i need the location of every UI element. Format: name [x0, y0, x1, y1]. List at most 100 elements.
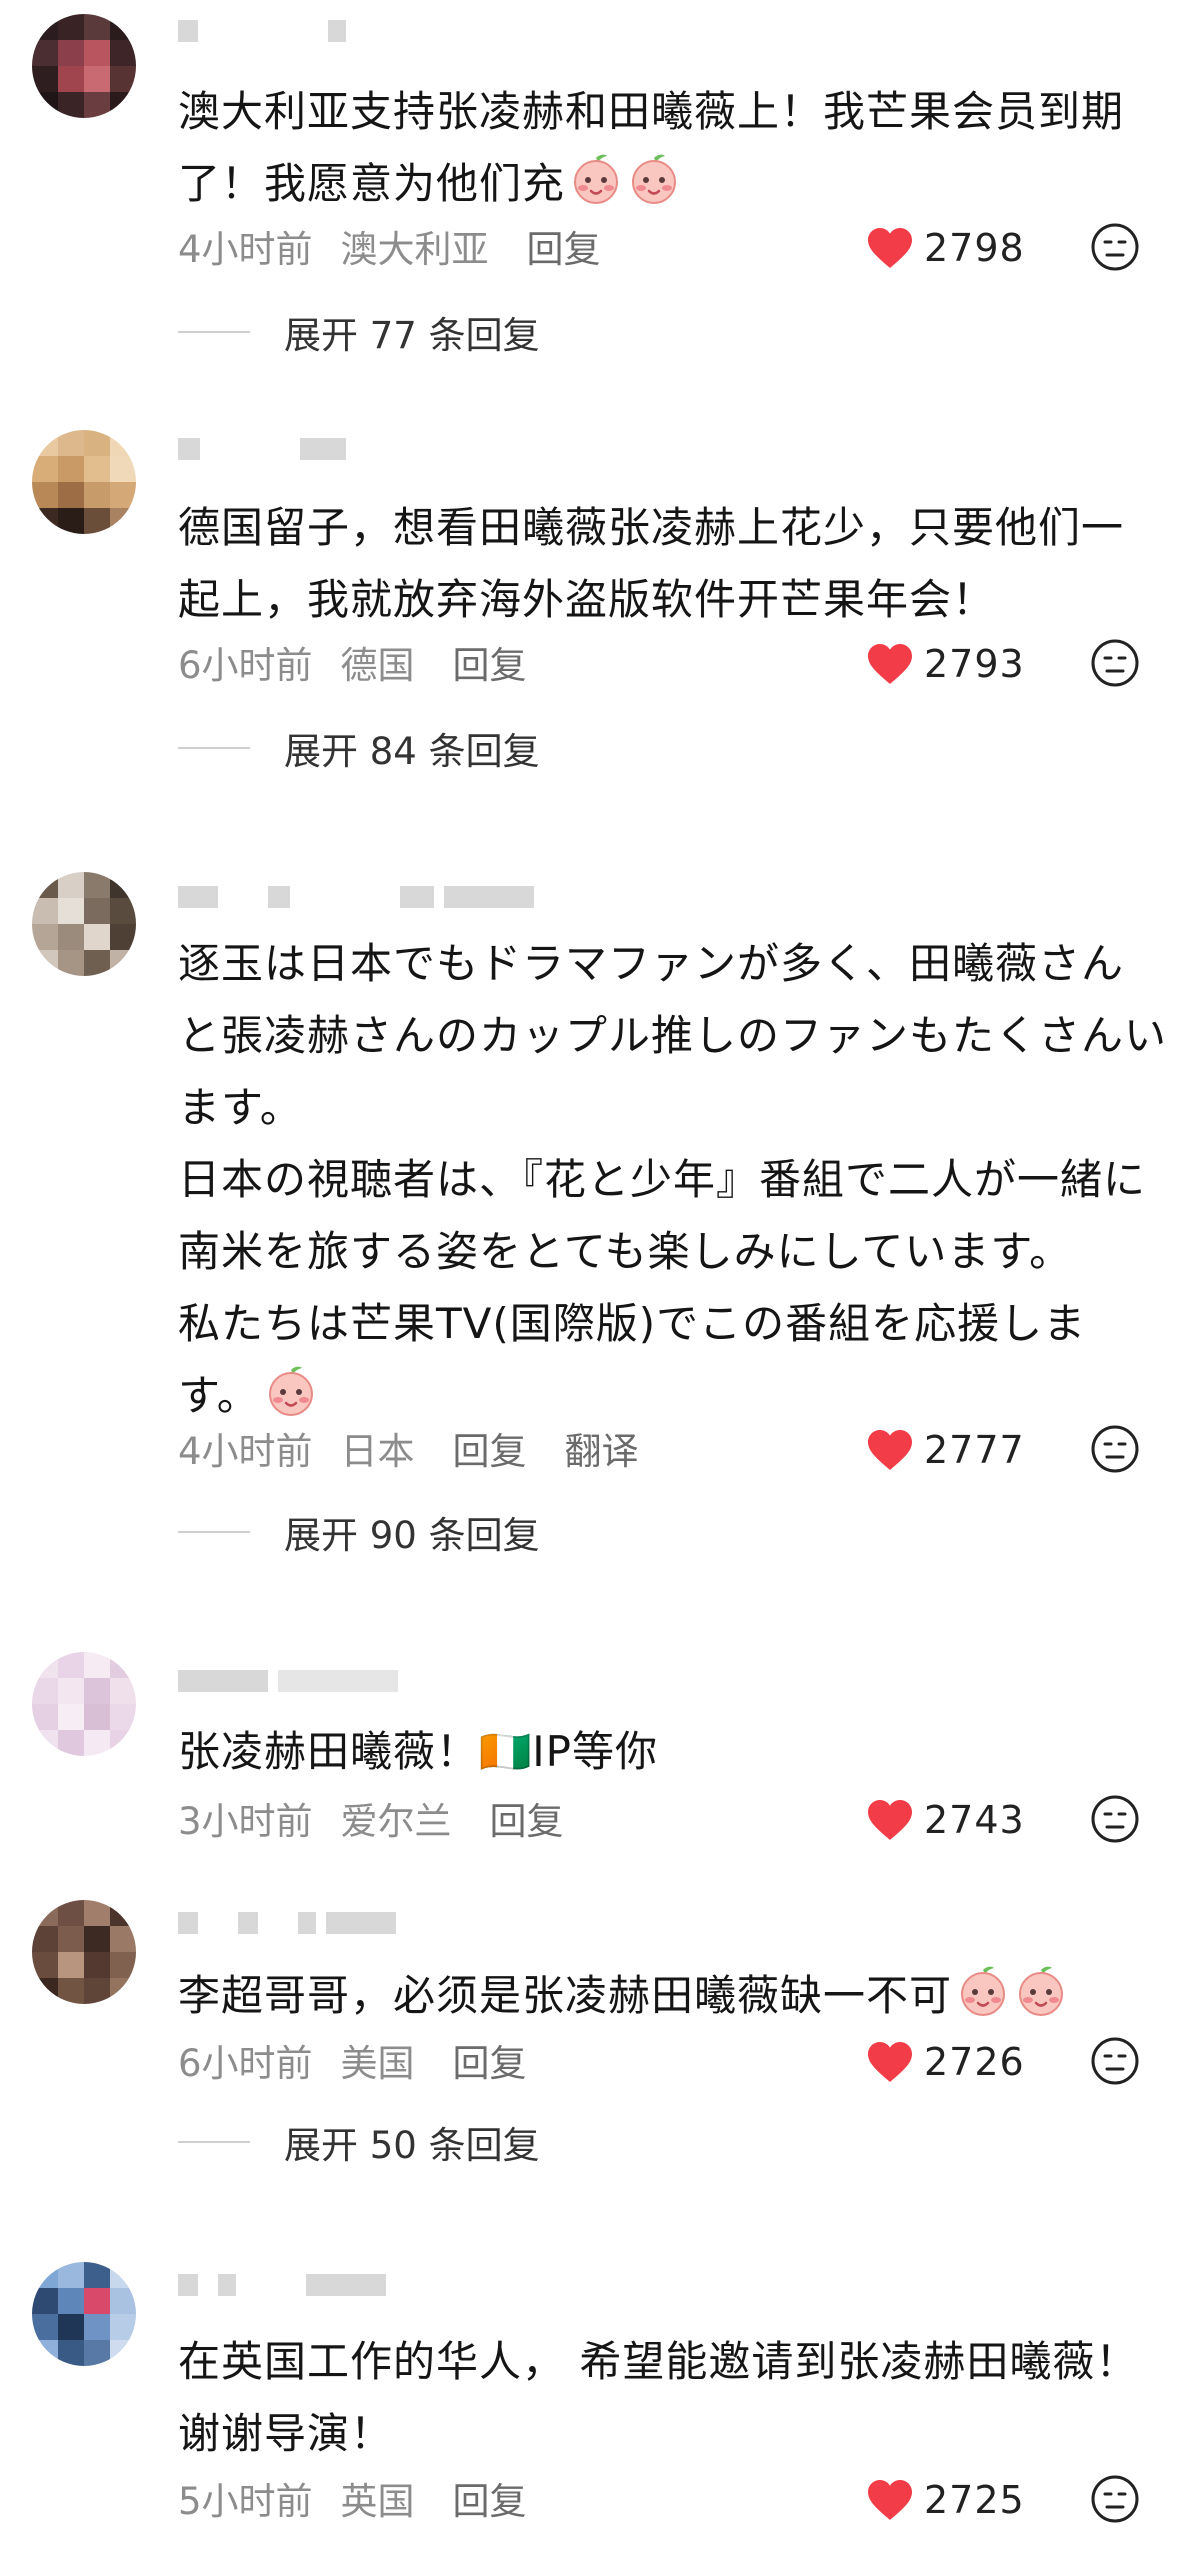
like-button[interactable]: 2726 [866, 2032, 1025, 2092]
expand-replies[interactable]: 展开 90 条回复 [178, 1502, 540, 1562]
avatar-pixel [84, 2262, 110, 2288]
avatar-pixel [84, 872, 110, 898]
avatar-pixel [32, 1978, 58, 2004]
reply-button[interactable]: 回复 [453, 2033, 527, 2087]
avatar-pixel [84, 924, 110, 950]
username-blurred[interactable] [178, 1906, 396, 1940]
avatar-pixel [110, 2340, 136, 2366]
like-button[interactable]: 2725 [866, 2470, 1025, 2530]
dislike-face-icon[interactable] [1090, 2036, 1140, 2086]
avatar-pixel [58, 1952, 84, 1978]
comment-meta: 6小时前 美国 回复 [178, 2030, 555, 2090]
avatar-pixel [110, 508, 136, 534]
dislike-face-icon[interactable] [1090, 2474, 1140, 2524]
avatar-pixel [84, 1704, 110, 1730]
heart-icon [868, 1800, 912, 1840]
avatar-pixel [58, 2288, 84, 2314]
avatar-pixel [58, 14, 84, 40]
avatar[interactable] [32, 430, 136, 534]
avatar-pixel [58, 1652, 84, 1678]
avatar[interactable] [32, 1652, 136, 1756]
comment-location: 美国 [340, 2042, 415, 2085]
reply-button[interactable]: 回复 [527, 219, 601, 273]
like-button[interactable]: 2798 [866, 218, 1025, 278]
avatar-pixel [110, 1652, 136, 1678]
username-blurred[interactable] [178, 2268, 386, 2302]
avatar-pixel [84, 430, 110, 456]
comment-time: 4小时前 [178, 228, 313, 271]
like-count: 2798 [924, 226, 1025, 270]
avatar-pixel [32, 872, 58, 898]
username-blurred[interactable] [178, 432, 346, 466]
like-button[interactable]: 2793 [866, 634, 1025, 694]
dislike-face-icon[interactable] [1090, 222, 1140, 272]
avatar-pixel [58, 92, 84, 118]
avatar-pixel [32, 66, 58, 92]
avatar[interactable] [32, 2262, 136, 2366]
avatar-pixel [32, 2288, 58, 2314]
heart-icon [868, 1430, 912, 1470]
avatar[interactable] [32, 872, 136, 976]
expand-replies[interactable]: 展开 77 条回复 [178, 302, 540, 362]
avatar-pixel [110, 1900, 136, 1926]
comment-meta: 4小时前 澳大利亚 回复 [178, 216, 629, 276]
avatar-pixel [110, 456, 136, 482]
avatar-pixel [58, 924, 84, 950]
avatar-pixel [32, 2262, 58, 2288]
like-count: 2793 [924, 642, 1025, 686]
avatar-pixel [110, 1926, 136, 1952]
avatar-pixel [32, 456, 58, 482]
dislike-face-icon[interactable] [1090, 1794, 1140, 1844]
comment-text: 在英国工作的华人， 希望能邀请到张凌赫田曦薇！ 谢谢导演！ [178, 2337, 1139, 2458]
comment-location: 日本 [340, 1430, 415, 1473]
dislike-face-icon[interactable] [1090, 1424, 1140, 1474]
avatar[interactable] [32, 1900, 136, 2004]
avatar-pixel [58, 508, 84, 534]
reply-button[interactable]: 回复 [490, 1791, 564, 1845]
comment-meta: 4小时前 日本 回复 翻译 [178, 1418, 667, 1478]
avatar-pixel [110, 66, 136, 92]
avatar-pixel [58, 430, 84, 456]
avatar-pixel [58, 1926, 84, 1952]
like-button[interactable]: 2743 [866, 1790, 1025, 1850]
divider [178, 1531, 250, 1533]
avatar-pixel [58, 2314, 84, 2340]
avatar-pixel [110, 14, 136, 40]
like-button[interactable]: 2777 [866, 1420, 1025, 1480]
comment-location: 英国 [340, 2480, 415, 2523]
reply-button[interactable]: 回复 [453, 1421, 527, 1475]
expand-replies[interactable]: 展开 84 条回复 [178, 718, 540, 778]
avatar-pixel [84, 92, 110, 118]
avatar-pixel [32, 2340, 58, 2366]
comment-location: 德国 [340, 644, 415, 687]
avatar-pixel [110, 1730, 136, 1756]
username-blurred[interactable] [178, 14, 346, 48]
heart-icon [868, 228, 912, 268]
avatar-pixel [110, 40, 136, 66]
avatar-pixel [58, 1678, 84, 1704]
avatar-pixel [32, 1730, 58, 1756]
avatar-pixel [84, 2340, 110, 2366]
expand-replies[interactable]: 展开 50 条回复 [178, 2112, 540, 2172]
avatar-pixel [32, 898, 58, 924]
reply-button[interactable]: 回复 [453, 635, 527, 689]
avatar-pixel [58, 872, 84, 898]
username-blurred[interactable] [178, 880, 534, 914]
dislike-face-icon[interactable] [1090, 638, 1140, 688]
avatar-pixel [32, 924, 58, 950]
avatar-pixel [110, 872, 136, 898]
comment-location: 澳大利亚 [340, 228, 489, 271]
translate-button[interactable]: 翻译 [565, 1421, 639, 1475]
avatar-pixel [84, 1652, 110, 1678]
avatar-pixel [84, 1900, 110, 1926]
avatar-pixel [58, 40, 84, 66]
avatar-pixel [32, 2314, 58, 2340]
reply-button[interactable]: 回复 [453, 2471, 527, 2525]
avatar-pixel [110, 924, 136, 950]
avatar-pixel [84, 2314, 110, 2340]
avatar-pixel [32, 40, 58, 66]
avatar[interactable] [32, 14, 136, 118]
comment-time: 5小时前 [178, 2480, 313, 2523]
username-blurred[interactable] [178, 1664, 398, 1698]
divider [178, 331, 250, 333]
